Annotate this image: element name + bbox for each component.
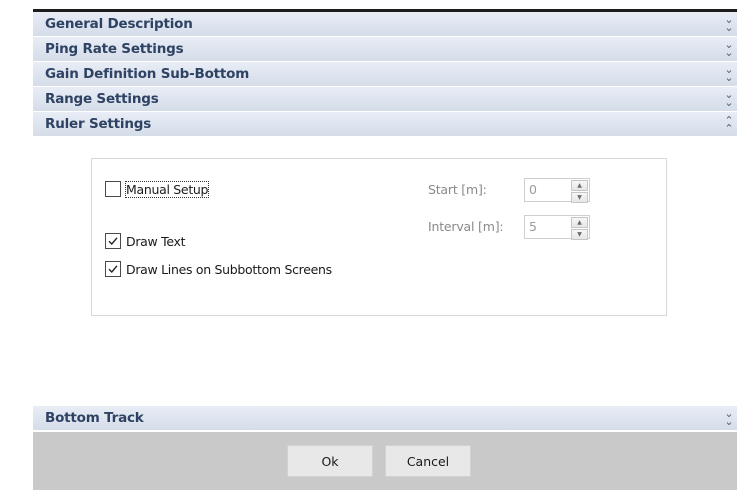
section-range-settings[interactable]: Range Settings ⌄ ⌄ bbox=[33, 87, 737, 112]
section-title: Bottom Track bbox=[45, 410, 144, 426]
spin-up-icon[interactable]: ▲ bbox=[571, 217, 588, 228]
interval-spinner[interactable]: 5 ▲ ▼ bbox=[524, 215, 590, 240]
section-gain-definition-sub-bottom[interactable]: Gain Definition Sub-Bottom ⌄ ⌄ bbox=[33, 62, 737, 87]
section-ruler-settings[interactable]: Ruler Settings ⌃ ⌃ bbox=[33, 112, 737, 137]
chevron-double-down-icon[interactable]: ⌄ ⌄ bbox=[723, 408, 735, 427]
checkmark-icon bbox=[108, 265, 118, 274]
manual-setup-label[interactable]: Manual Setup bbox=[124, 180, 210, 198]
cancel-button[interactable]: Cancel bbox=[385, 445, 471, 477]
spin-down-icon[interactable]: ▼ bbox=[571, 229, 588, 240]
chevron-double-up-icon[interactable]: ⌃ ⌃ bbox=[723, 115, 735, 134]
interval-label: Interval [m]: bbox=[428, 219, 504, 234]
chevron-double-down-icon[interactable]: ⌄ ⌄ bbox=[723, 89, 735, 108]
draw-lines-label[interactable]: Draw Lines on Subbottom Screens bbox=[126, 262, 332, 277]
ruler-group-box: Manual Setup Draw Text Draw Lines on Sub… bbox=[91, 158, 667, 316]
dialog-footer: Ok Cancel bbox=[33, 432, 737, 490]
checkbox-box[interactable] bbox=[105, 261, 121, 277]
draw-text-label[interactable]: Draw Text bbox=[126, 234, 186, 249]
window-top-edge bbox=[0, 0, 737, 12]
chevron-double-down-icon[interactable]: ⌄ ⌄ bbox=[723, 39, 735, 58]
ruler-settings-content: Manual Setup Draw Text Draw Lines on Sub… bbox=[33, 137, 737, 383]
spin-up-icon[interactable]: ▲ bbox=[571, 180, 588, 191]
start-label: Start [m]: bbox=[428, 182, 487, 197]
section-title: Gain Definition Sub-Bottom bbox=[45, 66, 250, 82]
section-title: Range Settings bbox=[45, 91, 159, 107]
chevron-double-down-icon[interactable]: ⌄ ⌄ bbox=[723, 64, 735, 83]
draw-text-checkbox[interactable]: Draw Text bbox=[105, 233, 186, 249]
checkbox-box[interactable] bbox=[105, 233, 121, 249]
ok-button[interactable]: Ok bbox=[287, 445, 373, 477]
section-title: Ruler Settings bbox=[45, 116, 152, 132]
interval-value[interactable]: 5 bbox=[525, 216, 570, 238]
start-spinner[interactable]: 0 ▲ ▼ bbox=[524, 178, 590, 203]
draw-lines-checkbox[interactable]: Draw Lines on Subbottom Screens bbox=[105, 261, 332, 277]
manual-setup-checkbox[interactable]: Manual Setup bbox=[105, 180, 210, 198]
section-ping-rate-settings[interactable]: Ping Rate Settings ⌄ ⌄ bbox=[33, 37, 737, 62]
checkbox-box[interactable] bbox=[105, 181, 121, 197]
section-bottom-track[interactable]: Bottom Track ⌄ ⌄ bbox=[33, 406, 737, 431]
spin-down-icon[interactable]: ▼ bbox=[571, 192, 588, 203]
section-title: General Description bbox=[45, 16, 193, 32]
chevron-double-down-icon[interactable]: ⌄ ⌄ bbox=[723, 14, 735, 33]
section-title: Ping Rate Settings bbox=[45, 41, 184, 57]
settings-panel: General Description ⌄ ⌄ Ping Rate Setting… bbox=[33, 12, 737, 490]
section-general-description[interactable]: General Description ⌄ ⌄ bbox=[33, 12, 737, 37]
checkmark-icon bbox=[108, 237, 118, 246]
start-value[interactable]: 0 bbox=[525, 179, 570, 201]
